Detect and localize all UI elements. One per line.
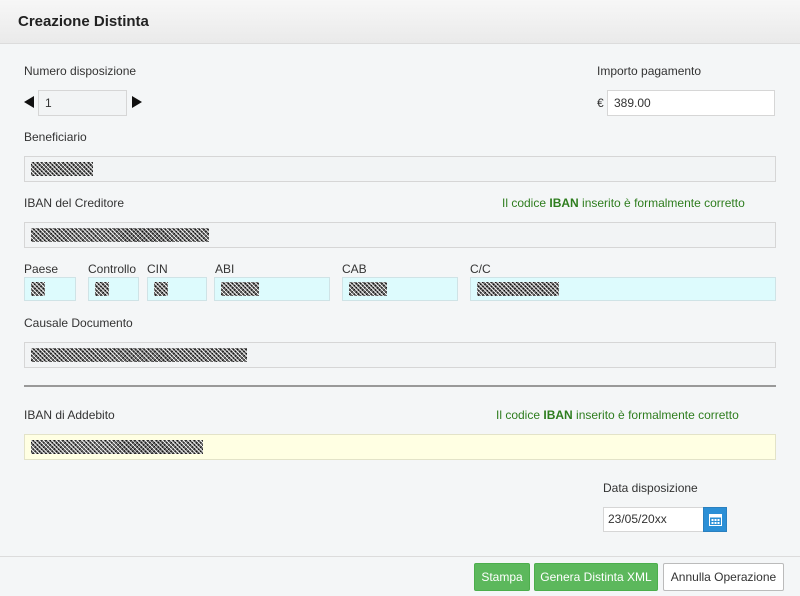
status-bold: IBAN [543, 408, 573, 422]
next-arrow-icon[interactable] [132, 96, 142, 108]
importo-input[interactable]: 389.00 [607, 90, 775, 116]
iban-addebito-status: Il codice IBAN inserito è formalmente co… [496, 408, 739, 422]
cab-label: CAB [342, 262, 367, 276]
causale-input[interactable] [24, 342, 776, 368]
cab-input[interactable] [342, 277, 458, 301]
redacted-text [221, 281, 259, 296]
iban-addebito-label: IBAN di Addebito [24, 408, 115, 422]
section-divider [24, 385, 776, 387]
paese-input[interactable] [24, 277, 76, 301]
iban-creditore-status: Il codice IBAN inserito è formalmente co… [502, 196, 745, 210]
redacted-text [31, 439, 203, 454]
paese-label: Paese [24, 262, 59, 276]
status-text: inserito è formalmente corretto [572, 408, 739, 422]
controllo-input[interactable] [88, 277, 139, 301]
redacted-text [31, 227, 209, 242]
status-text: Il codice [502, 196, 550, 210]
iban-creditore-label: IBAN del Creditore [24, 196, 125, 210]
dialog-header: Creazione Distinta [0, 0, 800, 44]
redacted-text [349, 281, 387, 296]
redacted-text [31, 161, 93, 176]
redacted-text [31, 281, 45, 296]
data-input[interactable]: 23/05/20xx [603, 507, 704, 532]
prev-arrow-icon[interactable] [24, 96, 34, 108]
calendar-button[interactable] [703, 507, 727, 532]
iban-creditore-input[interactable] [24, 222, 776, 248]
annulla-button[interactable]: Annulla Operazione [663, 563, 784, 591]
abi-input[interactable] [214, 277, 330, 301]
cc-label: C/C [470, 262, 491, 276]
numero-input[interactable]: 1 [38, 90, 127, 116]
cin-label: CIN [147, 262, 168, 276]
causale-label: Causale Documento [24, 316, 133, 330]
status-text: inserito è formalmente corretto [578, 196, 745, 210]
currency-symbol: € [597, 96, 604, 110]
beneficiario-label: Beneficiario [24, 130, 87, 144]
status-text: Il codice [496, 408, 544, 422]
abi-label: ABI [215, 262, 235, 276]
data-label: Data disposizione [603, 481, 698, 495]
controllo-label: Controllo [88, 262, 137, 276]
redacted-text [95, 281, 109, 296]
iban-addebito-input[interactable] [24, 434, 776, 460]
importo-label: Importo pagamento [597, 64, 702, 78]
redacted-text [154, 281, 168, 296]
numero-label: Numero disposizione [24, 64, 137, 78]
redacted-text [31, 347, 247, 362]
redacted-text [477, 281, 559, 296]
genera-xml-button[interactable]: Genera Distinta XML [534, 563, 658, 591]
dialog-title: Creazione Distinta [18, 13, 149, 30]
cin-input[interactable] [147, 277, 207, 301]
calendar-icon [709, 514, 722, 526]
beneficiario-input[interactable] [24, 156, 776, 182]
stampa-button[interactable]: Stampa [474, 563, 530, 591]
status-bold: IBAN [549, 196, 579, 210]
cc-input[interactable] [470, 277, 776, 301]
